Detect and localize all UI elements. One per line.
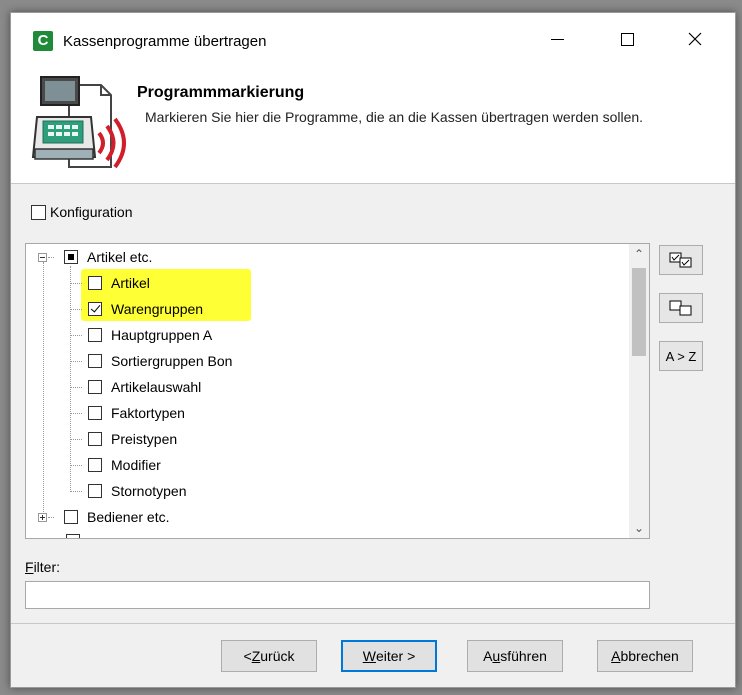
tree-connector [70,266,71,492]
cancel-label: bbrechen [620,648,679,664]
header-subtitle: Markieren Sie hier die Programme, die an… [145,109,644,125]
window-title: Kassenprogramme übertragen [63,33,267,50]
tree-item-label: Artikel [111,275,150,291]
back-button[interactable]: < Zurück [221,640,317,672]
tree-group-label: Artikel etc. [87,249,153,265]
tree-connector [70,413,82,414]
tree-connector [43,262,44,514]
tree-checkbox-bediener-group[interactable] [64,510,78,524]
next-button[interactable]: Weiter > [341,640,437,672]
tree-checkbox[interactable] [88,484,102,498]
tree-checkbox-artikel-group[interactable] [64,250,78,264]
configuration-option[interactable]: Konfiguration [31,204,133,220]
tree-item-label: Preistypen [111,431,178,447]
minimize-icon [550,38,564,40]
close-icon [688,32,702,46]
tree-item-label: Faktortypen [111,405,185,421]
deselect-all-button[interactable] [659,293,703,323]
program-tree[interactable]: Artikel etc. Artikel Warengruppen Hauptg… [25,243,650,539]
tree-item-label: Stornotypen [111,483,187,499]
tree-connector [70,309,82,310]
tree-checkbox[interactable] [88,354,102,368]
tree-item-label: Artikelauswahl [111,379,202,395]
tree-item-preistypen[interactable]: Preistypen [88,428,177,450]
deselect-all-icon [669,300,692,316]
scroll-down-icon[interactable]: ⌄ [629,518,649,538]
tree-connector [70,387,82,388]
tree-connector [70,361,82,362]
execute-label: sführen [500,648,547,664]
tree-checkbox[interactable] [66,534,80,538]
tree-checkbox[interactable] [88,458,102,472]
filter-label: Filter: [25,559,60,575]
back-label: urück [260,648,295,664]
configuration-label: Konfiguration [50,204,133,220]
configuration-checkbox[interactable] [31,204,46,220]
sort-button[interactable]: A > Z [659,341,703,371]
tree-connector [70,491,82,492]
execute-button[interactable]: Au sführen [467,640,563,672]
filter-label-accel: F [25,559,34,575]
tree-item-label: Hauptgruppen A [111,327,213,343]
cancel-button[interactable]: Abbrechen [597,640,693,672]
title-bar: C Kassenprogramme übertragen [11,13,735,63]
execute-pre: A [483,648,493,664]
tree-item-modifier[interactable]: Modifier [88,454,161,476]
tree-connector [70,439,82,440]
filter-input[interactable] [25,581,650,609]
tree-item-label: Warengruppen [111,301,204,317]
maximize-button[interactable] [607,21,647,57]
back-prefix: < [243,648,252,664]
footer-divider [11,623,735,624]
tree-connector [70,335,82,336]
tree-checkbox[interactable] [88,432,102,446]
next-label: eiter > [375,648,416,664]
back-accel: Z [251,648,261,664]
select-all-button[interactable] [659,245,703,275]
tree-item-stornotypen[interactable]: Stornotypen [88,480,187,502]
expand-icon[interactable] [38,512,47,522]
filter-label-text: ilter: [33,559,61,575]
tree-item-hauptgruppen-a[interactable]: Hauptgruppen A [88,324,212,346]
tree-checkbox[interactable] [88,406,102,420]
tree-checkbox[interactable] [88,276,102,290]
tree-item-artikel[interactable]: Artikel [88,272,150,294]
cancel-accel: A [611,648,621,664]
tree-item-warengruppen[interactable]: Warengruppen [88,298,203,320]
cash-register-icon [31,76,126,169]
header-title: Programmmarkierung [137,84,305,101]
tree-group-artikel[interactable]: Artikel etc. [38,246,152,268]
tree-item-label: Sortiergruppen Bon [111,353,233,369]
execute-accel: u [492,648,501,664]
scroll-up-icon[interactable]: ⌃ [629,244,649,264]
tree-checkbox[interactable] [88,380,102,394]
tree-connector [70,283,82,284]
tree-item-artikelauswahl[interactable]: Artikelauswahl [88,376,201,398]
app-icon: C [33,31,53,51]
tree-connector [70,465,82,466]
maximize-icon [620,32,634,46]
tree-checkbox[interactable] [88,302,102,316]
collapse-icon[interactable] [38,252,47,262]
next-accel: W [362,648,376,664]
wizard-header: Programmmarkierung Markieren Sie hier di… [11,63,735,184]
tree-checkbox[interactable] [88,328,102,342]
tree-item-sortiergruppen-bon[interactable]: Sortiergruppen Bon [88,350,232,372]
dialog-window: C Kassenprogramme übertragen Programmmar… [10,12,736,688]
scroll-thumb[interactable] [632,268,646,356]
tree-item-label: Modifier [111,457,161,473]
close-button[interactable] [675,21,715,57]
tree-group-bediener[interactable]: Bediener etc. [38,506,170,528]
tree-item-faktortypen[interactable]: Faktortypen [88,402,185,424]
select-all-icon [669,252,692,268]
tree-group-label: Bediener etc. [87,509,170,525]
minimize-button[interactable] [537,21,577,57]
tree-group-next-partial[interactable] [66,530,80,538]
tree-scrollbar[interactable]: ⌃ ⌄ [629,244,649,538]
